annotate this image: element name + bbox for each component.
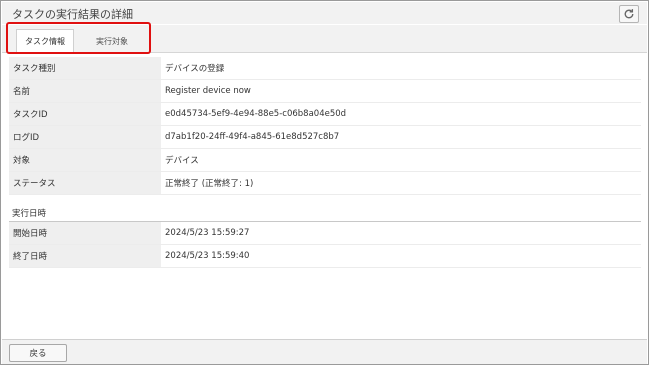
- section-heading-execution: 実行日時: [9, 205, 641, 222]
- row-label: 名前: [9, 80, 161, 102]
- table-row: 対象 デバイス: [9, 149, 641, 172]
- table-row: タスク種別 デバイスの登録: [9, 57, 641, 80]
- dialog-title: タスクの実行結果の詳細: [12, 8, 133, 21]
- row-value: Register device now: [161, 80, 641, 102]
- row-label: タスク種別: [9, 57, 161, 79]
- title-bar: タスクの実行結果の詳細: [2, 2, 647, 24]
- back-button[interactable]: 戻る: [9, 344, 67, 362]
- table-row: 開始日時 2024/5/23 15:59:27: [9, 222, 641, 245]
- row-value: e0d45734-5ef9-4e94-88e5-c06b8a04e50d: [161, 103, 641, 125]
- table-row: 名前 Register device now: [9, 80, 641, 103]
- tab-execution-target[interactable]: 実行対象: [84, 29, 140, 53]
- tab-strip: タスク情報 実行対象: [2, 25, 647, 53]
- refresh-icon: [624, 9, 634, 19]
- row-label: 対象: [9, 149, 161, 171]
- row-value: 2024/5/23 15:59:40: [161, 245, 641, 267]
- tab-task-info[interactable]: タスク情報: [16, 29, 74, 53]
- row-value: d7ab1f20-24ff-49f4-a845-61e8d527c8b7: [161, 126, 641, 148]
- table-row: ログID d7ab1f20-24ff-49f4-a845-61e8d527c8b…: [9, 126, 641, 149]
- row-label: 終了日時: [9, 245, 161, 267]
- row-label: 開始日時: [9, 222, 161, 244]
- table-row: タスクID e0d45734-5ef9-4e94-88e5-c06b8a04e5…: [9, 103, 641, 126]
- footer-bar: 戻る: [2, 339, 647, 364]
- table-row: ステータス 正常終了 (正常終了: 1): [9, 172, 641, 195]
- refresh-button[interactable]: [619, 5, 639, 23]
- task-info-panel: タスク種別 デバイスの登録 名前 Register device now タスク…: [9, 57, 641, 268]
- table-row: 終了日時 2024/5/23 15:59:40: [9, 245, 641, 268]
- row-value: 正常終了 (正常終了: 1): [161, 172, 641, 194]
- row-value: 2024/5/23 15:59:27: [161, 222, 641, 244]
- row-value: デバイス: [161, 149, 641, 171]
- row-label: ステータス: [9, 172, 161, 194]
- row-value: デバイスの登録: [161, 57, 641, 79]
- row-label: タスクID: [9, 103, 161, 125]
- task-result-dialog: タスクの実行結果の詳細 タスク情報 実行対象 タスク種別 デバイスの登録 名前 …: [0, 0, 649, 365]
- row-label: ログID: [9, 126, 161, 148]
